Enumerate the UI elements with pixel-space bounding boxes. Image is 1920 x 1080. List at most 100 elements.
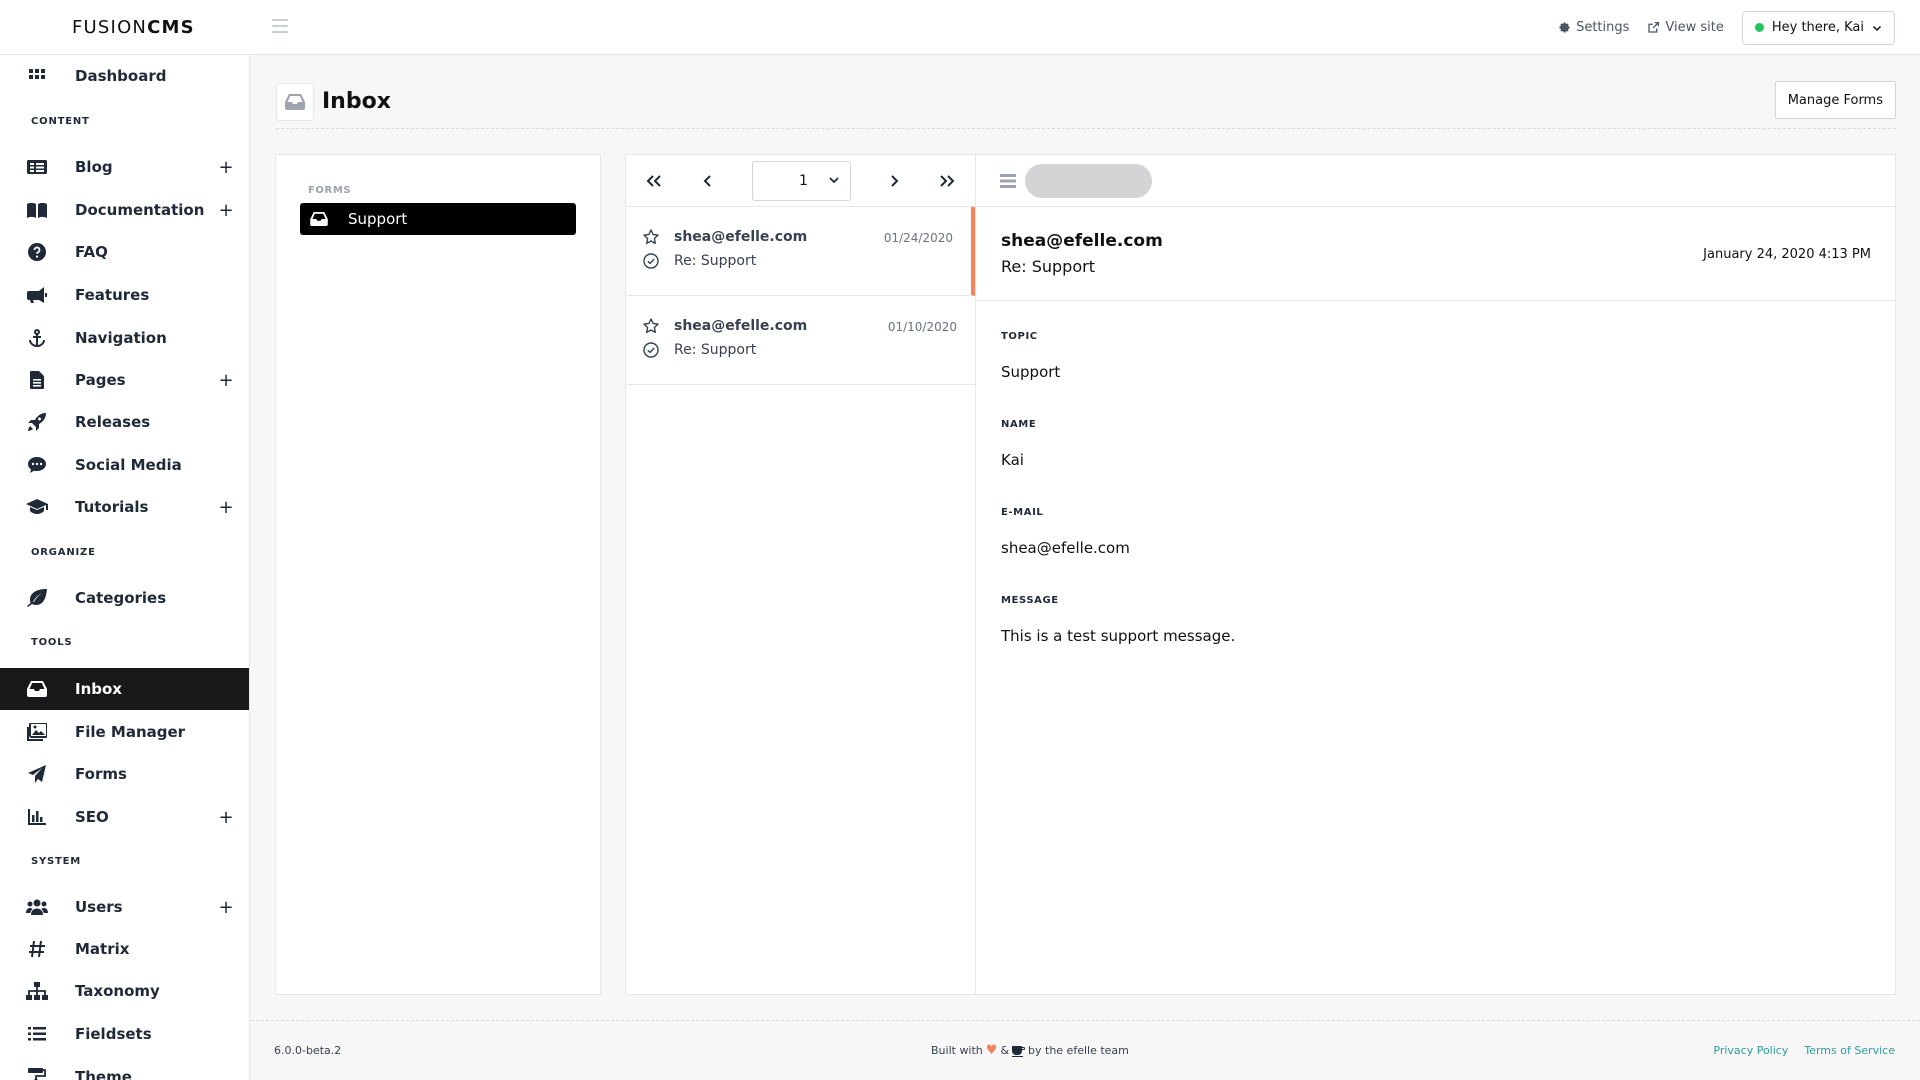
- sidebar-item-documentation[interactable]: Documentation +: [0, 189, 249, 231]
- users-icon: [26, 896, 48, 918]
- manage-forms-button[interactable]: Manage Forms: [1774, 81, 1896, 119]
- double-chevron-left-icon: [646, 175, 661, 187]
- sidebar-item-navigation[interactable]: Navigation: [0, 317, 249, 359]
- sidebar-item-forms[interactable]: Forms: [0, 753, 249, 795]
- add-user-button[interactable]: +: [218, 897, 234, 918]
- section-label-tools: TOOLS: [31, 637, 73, 648]
- detail-timestamp: January 24, 2020 4:13 PM: [1703, 247, 1871, 262]
- sidebar-item-releases[interactable]: Releases: [0, 401, 249, 443]
- pagination: 1: [626, 155, 975, 207]
- add-seo-button[interactable]: +: [218, 807, 234, 828]
- add-documentation-button[interactable]: +: [218, 200, 234, 221]
- user-menu[interactable]: Hey there, Kai: [1741, 10, 1895, 45]
- page-header: Inbox Manage Forms: [276, 81, 1896, 129]
- external-link-icon: [1648, 21, 1660, 33]
- sidebar-item-inbox[interactable]: Inbox: [0, 668, 249, 710]
- section-label-organize: ORGANIZE: [31, 547, 96, 558]
- sidebar-item-categories[interactable]: Categories: [0, 577, 249, 619]
- sidebar-item-seo[interactable]: SEO +: [0, 796, 249, 838]
- images-icon: [26, 721, 48, 743]
- add-tutorial-button[interactable]: +: [218, 497, 234, 518]
- inbox-icon: [276, 83, 314, 121]
- detail-header: shea@efelle.com Re: Support January 24, …: [977, 207, 1895, 301]
- anchor-icon: [26, 327, 48, 349]
- detail-subject: Re: Support: [1001, 257, 1095, 276]
- brand-logo[interactable]: FUSIONCMS: [0, 17, 250, 38]
- form-item-support[interactable]: Support: [300, 203, 576, 235]
- message-list: 1 shea@efelle.com 01/24/2020 Re: Support…: [626, 155, 976, 994]
- field-value-name: Kai: [1001, 451, 1024, 469]
- graduation-cap-icon: [26, 496, 48, 518]
- sidebar-item-pages[interactable]: Pages +: [0, 359, 249, 401]
- sidebar-item-social-media[interactable]: Social Media: [0, 444, 249, 486]
- list-view-icon[interactable]: [1000, 174, 1016, 188]
- add-page-button[interactable]: +: [218, 370, 234, 391]
- file-icon: [26, 369, 48, 391]
- leaf-icon: [26, 587, 48, 609]
- field-value-message: This is a test support message.: [1001, 627, 1236, 645]
- last-page-button[interactable]: [933, 167, 961, 195]
- sidebar-item-faq[interactable]: FAQ: [0, 231, 249, 273]
- terms-of-service-link[interactable]: Terms of Service: [1804, 1044, 1895, 1057]
- privacy-policy-link[interactable]: Privacy Policy: [1713, 1044, 1788, 1057]
- section-label-system: SYSTEM: [31, 856, 82, 867]
- field-label-name: NAME: [1001, 419, 1037, 430]
- chevron-down-icon: [1872, 25, 1882, 31]
- sidebar-item-matrix[interactable]: Matrix: [0, 928, 249, 970]
- detail-toolbar: [977, 155, 1895, 207]
- question-icon: [26, 241, 48, 263]
- sidebar-item-theme[interactable]: Theme: [0, 1056, 249, 1080]
- field-value-email: shea@efelle.com: [1001, 539, 1130, 557]
- chevron-down-icon: [829, 177, 839, 184]
- star-icon[interactable]: [643, 318, 659, 334]
- check-circle-icon: [643, 253, 659, 269]
- sidebar-item-file-manager[interactable]: File Manager: [0, 711, 249, 753]
- next-page-button[interactable]: [880, 167, 908, 195]
- heart-icon: ♥: [985, 1043, 998, 1058]
- sidebar-item-dashboard[interactable]: Dashboard: [0, 55, 249, 97]
- status-pill[interactable]: [1025, 164, 1152, 198]
- field-value-topic: Support: [1001, 363, 1061, 381]
- message-row[interactable]: shea@efelle.com 01/10/2020 Re: Support: [626, 296, 975, 385]
- sidebar-item-blog[interactable]: Blog +: [0, 146, 249, 188]
- sidebar-item-tutorials[interactable]: Tutorials +: [0, 486, 249, 528]
- detail-from: shea@efelle.com: [1001, 231, 1163, 251]
- message-row[interactable]: shea@efelle.com 01/24/2020 Re: Support: [626, 207, 975, 296]
- forms-heading: FORMS: [308, 185, 352, 196]
- star-icon[interactable]: [643, 229, 659, 245]
- grid-icon: [26, 65, 48, 87]
- top-header: FUSIONCMS Settings View site Hey there, …: [0, 0, 1920, 55]
- sitemap-icon: [26, 980, 48, 1002]
- coffee-icon: [1012, 1045, 1026, 1057]
- sidebar-toggle-icon[interactable]: [272, 19, 288, 33]
- book-icon: [26, 199, 48, 221]
- page-select[interactable]: 1: [752, 161, 851, 201]
- sidebar-item-fieldsets[interactable]: Fieldsets: [0, 1013, 249, 1055]
- prev-page-button[interactable]: [694, 167, 722, 195]
- chevron-left-icon: [703, 175, 711, 187]
- add-blog-button[interactable]: +: [218, 157, 234, 178]
- sidebar-item-features[interactable]: Features: [0, 274, 249, 316]
- footer: 6.0.0-beta.2 Built with ♥ & by the efell…: [251, 1020, 1920, 1080]
- gear-icon: [1559, 22, 1570, 33]
- sidebar-item-taxonomy[interactable]: Taxonomy: [0, 970, 249, 1012]
- settings-link[interactable]: Settings: [1558, 20, 1629, 35]
- version-text: 6.0.0-beta.2: [274, 1044, 342, 1057]
- view-site-link[interactable]: View site: [1647, 20, 1724, 35]
- list-icon: [26, 1023, 48, 1045]
- paint-roller-icon: [26, 1066, 48, 1080]
- paper-plane-icon: [26, 763, 48, 785]
- check-circle-icon: [643, 342, 659, 358]
- built-with-text: Built with ♥ & by the efelle team: [931, 1043, 1129, 1058]
- messages-panel: 1 shea@efelle.com 01/24/2020 Re: Support…: [625, 154, 1896, 995]
- first-page-button[interactable]: [640, 167, 668, 195]
- blog-icon: [26, 156, 48, 178]
- sidebar: Dashboard CONTENT Blog + Documentation +…: [0, 55, 250, 1080]
- page-title: Inbox: [322, 89, 391, 114]
- online-status-dot: [1754, 23, 1764, 32]
- sidebar-item-users[interactable]: Users +: [0, 886, 249, 928]
- double-chevron-right-icon: [940, 175, 955, 187]
- chart-bar-icon: [26, 806, 48, 828]
- comment-icon: [26, 454, 48, 476]
- inbox-icon: [26, 678, 48, 700]
